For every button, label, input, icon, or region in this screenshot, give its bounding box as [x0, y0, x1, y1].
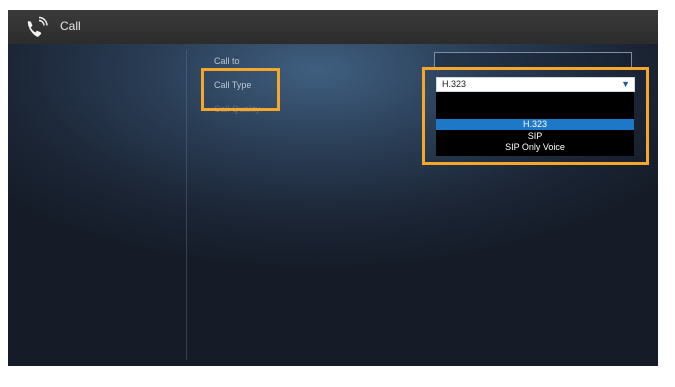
sidebar-divider — [186, 50, 187, 360]
call-to-label: Call to — [214, 56, 240, 66]
page-title: Call — [60, 19, 81, 33]
phone-icon — [24, 16, 54, 40]
call-to-input[interactable] — [434, 52, 632, 68]
call-type-label-highlight — [201, 68, 280, 111]
call-type-dropdown-highlight — [422, 67, 649, 165]
call-screen: Call Call to Call Type Call Quality H.32… — [8, 10, 658, 366]
top-bar: Call — [8, 10, 658, 44]
